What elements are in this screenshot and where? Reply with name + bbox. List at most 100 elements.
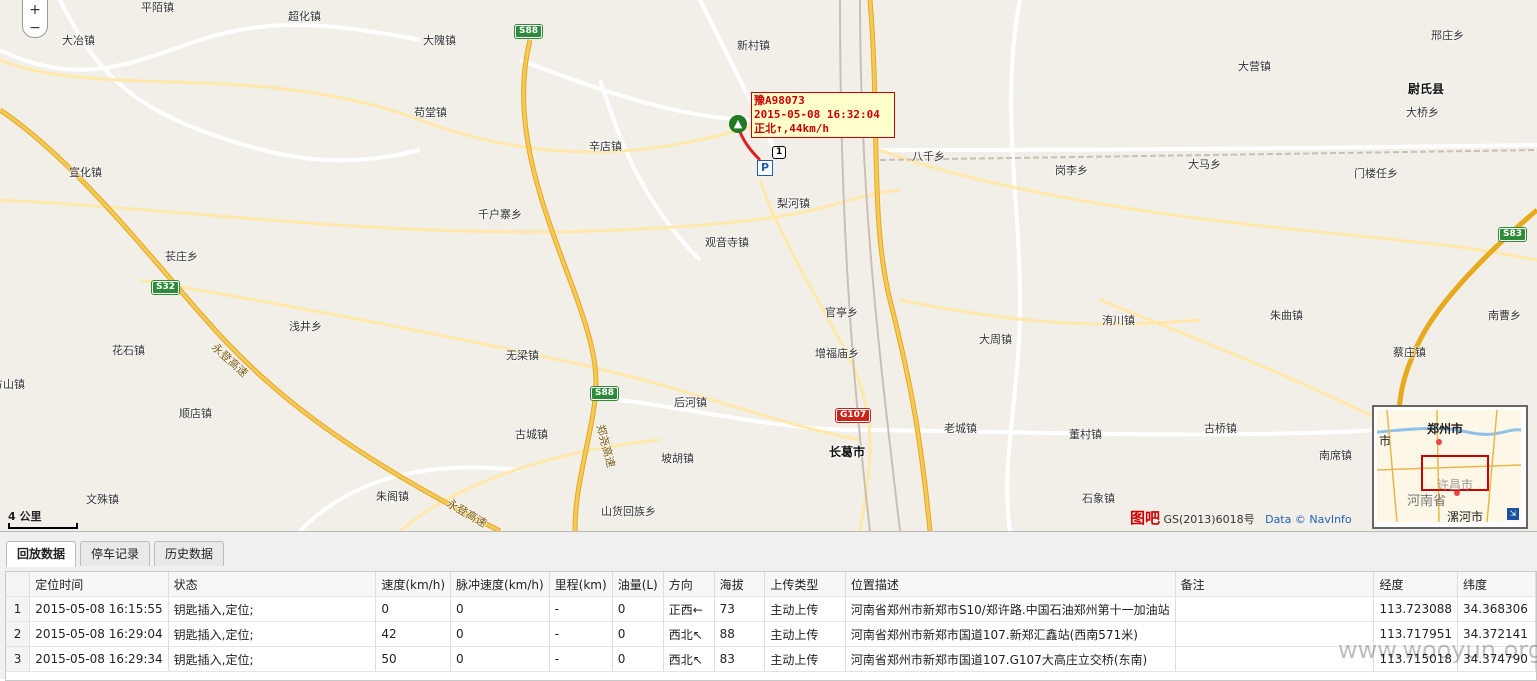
- tab-playback-data[interactable]: 回放数据: [6, 541, 77, 567]
- place-label: 朱曲镇: [1270, 309, 1303, 322]
- table-cell: 0: [375, 596, 452, 622]
- table-cell: 88: [714, 621, 766, 647]
- parking-icon[interactable]: P: [757, 160, 773, 176]
- place-label: 石象镇: [1082, 492, 1115, 505]
- place-label: 南席镇: [1319, 449, 1352, 462]
- data-panel: 回放数据 停车记录 历史数据 定位时间 状态 速度(km/h) 脉冲速度(km/h) 里…: [0, 531, 1537, 681]
- road-shield: G107: [834, 408, 872, 423]
- place-label: 无梁镇: [506, 349, 539, 362]
- zoom-in-button[interactable]: +: [23, 1, 47, 19]
- column-header[interactable]: 状态: [168, 572, 377, 597]
- column-header[interactable]: 里程(km): [549, 572, 613, 597]
- road-shield: S88: [589, 386, 620, 401]
- table-cell: 42: [375, 621, 452, 647]
- map-attribution: 图吧 GS(2013)6018号 Data © NavInfo: [1130, 507, 1352, 528]
- place-label: 方山镇: [0, 378, 25, 391]
- table-row[interactable]: 1 2015-05-08 16:15:55 钥匙插入,定位; 0 0-0 正西← 73 主动上…: [6, 596, 1536, 622]
- table-cell: 0: [612, 621, 664, 647]
- table-cell: 主动上传: [764, 646, 846, 672]
- road-shield: S88: [513, 24, 544, 39]
- minimap-city: 漯河市: [1447, 510, 1484, 522]
- table-cell: 83: [714, 646, 766, 672]
- vehicle-status: 正北↑,44km/h: [754, 122, 829, 135]
- place-label: 坡胡镇: [661, 452, 694, 465]
- minimap-city: 郑州市: [1427, 422, 1464, 436]
- scale-bar: 4 公里: [8, 508, 78, 529]
- table-cell: 0: [450, 596, 550, 622]
- map-canvas[interactable]: + − 平陌镇 超化镇 大冶镇 大隗镇 新村镇 邢庄乡 大营镇 尉氏县 苟堂镇 …: [0, 0, 1537, 531]
- overview-minimap[interactable]: 郑州市 市 许昌市 河南省 漯河市 ⇲: [1372, 405, 1528, 529]
- place-label: 官亭乡: [825, 306, 858, 319]
- table-row[interactable]: 2 2015-05-08 16:29:04 钥匙插入,定位; 42 0-0 西北↖ 88 主动…: [6, 621, 1536, 647]
- table-cell: 1: [6, 596, 31, 622]
- place-label: 花石镇: [112, 344, 145, 357]
- place-label: 文殊镇: [86, 493, 119, 506]
- table-cell: 73: [714, 596, 766, 622]
- place-label: 后河镇: [674, 396, 707, 409]
- data-provider-link[interactable]: Data © NavInfo: [1265, 513, 1352, 526]
- column-header[interactable]: 速度(km/h): [375, 572, 452, 597]
- place-label: 顺店镇: [179, 407, 212, 420]
- minimap-toggle-icon[interactable]: ⇲: [1507, 508, 1519, 520]
- tab-history-data[interactable]: 历史数据: [154, 541, 225, 566]
- column-header[interactable]: 上传类型: [764, 572, 846, 597]
- table-cell: 2: [6, 621, 31, 647]
- table-cell: -: [549, 596, 613, 622]
- table-row[interactable]: 3 2015-05-08 16:29:34 钥匙插入,定位; 50 0-0 西北↖ 83 主动…: [6, 646, 1536, 672]
- table-cell: 113.723088: [1373, 596, 1458, 622]
- road-shield: S83: [1497, 227, 1528, 242]
- table-cell: 河南省郑州市新郑市国道107.G107大高庄立交桥(东南): [845, 646, 1176, 672]
- table-cell: 钥匙插入,定位;: [168, 646, 377, 672]
- table-cell: [1175, 596, 1375, 622]
- table-cell: 0: [450, 646, 550, 672]
- table-cell: 钥匙插入,定位;: [168, 596, 377, 622]
- column-header[interactable]: 海拔: [714, 572, 766, 597]
- table-cell: -: [549, 646, 613, 672]
- column-header[interactable]: 方向: [663, 572, 715, 597]
- table-cell: 主动上传: [764, 596, 846, 622]
- column-header[interactable]: [6, 572, 31, 597]
- place-label: 大马乡: [1188, 158, 1221, 171]
- minimap-province: 河南省: [1407, 494, 1447, 509]
- tab-parking-records[interactable]: 停车记录: [80, 541, 151, 566]
- playback-table: 定位时间 状态 速度(km/h) 脉冲速度(km/h) 里程(km) 油量(L) 方向 海拔上…: [5, 571, 1537, 681]
- place-label: 平陌镇: [141, 1, 174, 14]
- table-cell: 2015-05-08 16:29:04: [29, 621, 169, 647]
- column-header[interactable]: 备注: [1175, 572, 1375, 597]
- vehicle-marker-icon[interactable]: ▲: [729, 115, 747, 133]
- table-cell: 河南省郑州市新郑市S10/郑许路.中国石油郑州第十一加油站: [845, 596, 1176, 622]
- column-header[interactable]: 纬度: [1457, 572, 1536, 597]
- place-label: 增福庙乡: [815, 347, 859, 360]
- column-header[interactable]: 脉冲速度(km/h): [450, 572, 550, 597]
- zoom-out-button[interactable]: −: [23, 19, 47, 37]
- road-network: [0, 0, 1537, 531]
- place-label: 新村镇: [737, 39, 770, 52]
- zoom-control[interactable]: + −: [22, 0, 48, 38]
- table-cell: 西北↖: [663, 621, 715, 647]
- minimap-city: 市: [1379, 434, 1392, 448]
- place-label: 辛店镇: [589, 140, 622, 153]
- table-cell: 0: [612, 646, 664, 672]
- panel-tabs: 回放数据 停车记录 历史数据: [6, 541, 228, 567]
- column-header[interactable]: 经度: [1373, 572, 1458, 597]
- place-label: 山货回族乡: [601, 505, 656, 518]
- tuba-logo: 图吧: [1130, 509, 1161, 527]
- map-license: GS(2013)6018号: [1163, 513, 1255, 526]
- vehicle-time: 2015-05-08 16:32:04: [754, 108, 880, 121]
- place-label: 尉氏县: [1408, 82, 1445, 96]
- table-cell: 50: [375, 646, 452, 672]
- place-label: 洧川镇: [1102, 314, 1135, 327]
- table-cell: 34.368306: [1457, 596, 1536, 622]
- place-label: 观音寺镇: [705, 236, 749, 249]
- table-cell: 0: [450, 621, 550, 647]
- place-label: 苌庄乡: [165, 250, 198, 263]
- table-cell: 2015-05-08 16:29:34: [29, 646, 169, 672]
- column-header[interactable]: 油量(L): [612, 572, 664, 597]
- place-label: 大隗镇: [423, 34, 456, 47]
- watermark: www.wooyun.org: [1338, 636, 1537, 664]
- place-label: 梨河镇: [777, 197, 810, 210]
- column-header[interactable]: 定位时间: [29, 572, 169, 597]
- table-cell: 河南省郑州市新郑市国道107.新郑汇鑫站(西南571米): [845, 621, 1176, 647]
- column-header[interactable]: 位置描述: [845, 572, 1176, 597]
- table-cell: 2015-05-08 16:15:55: [29, 596, 169, 622]
